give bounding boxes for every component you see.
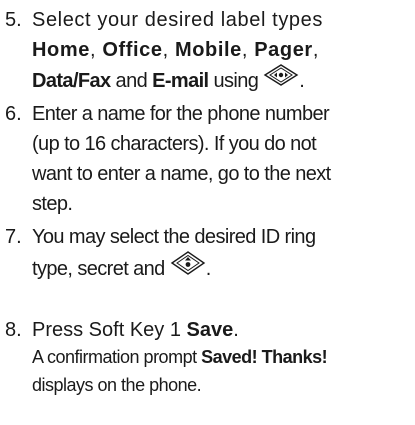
label-home: Home <box>32 39 90 61</box>
step-line: step. <box>32 193 73 215</box>
step-line: You may select the desired ID ring <box>32 226 316 248</box>
step-line: want to enter a name, go to the next <box>32 163 331 185</box>
nav-key-left-right-icon <box>263 63 299 96</box>
step-number: 8. <box>5 319 22 341</box>
label-office: Office <box>102 39 163 61</box>
label-pager: Pager <box>254 39 313 61</box>
step-line: Home, Office, Mobile, Pager, <box>32 39 319 61</box>
step-line: Data/Fax and E-mail using . <box>32 63 411 98</box>
step-number: 6. <box>5 103 22 125</box>
soft-key-save-label: Save <box>186 319 234 341</box>
confirmation-note-line2: displays on the phone. <box>32 375 202 395</box>
label-mobile: Mobile <box>174 39 242 61</box>
step-text: Press Soft Key 1 Save. <box>32 315 411 345</box>
step-line: Select your desired label types <box>32 9 323 31</box>
step-text: You may select the desired ID ring type,… <box>32 222 411 287</box>
step-text: Enter a name for the phone number (up to… <box>32 99 411 219</box>
confirmation-prompt: Saved! Thanks! <box>201 347 328 367</box>
step-line: (up to 16 characters). If you do not <box>32 133 317 155</box>
step-text: Select your desired label types Home, Of… <box>32 5 411 98</box>
step-line: type, secret and . <box>32 250 411 287</box>
step-line: Enter a name for the phone number <box>32 103 330 125</box>
step-number: 5. <box>5 9 22 31</box>
step-line: Press Soft Key 1 Save. <box>32 319 239 341</box>
label-data-fax: Data/Fax <box>32 69 111 92</box>
nav-key-ok-icon <box>170 250 206 285</box>
label-email: E-mail <box>152 69 209 92</box>
confirmation-note: A confirmation prompt Saved! Thanks! <box>32 347 328 367</box>
step-number: 7. <box>5 226 22 248</box>
